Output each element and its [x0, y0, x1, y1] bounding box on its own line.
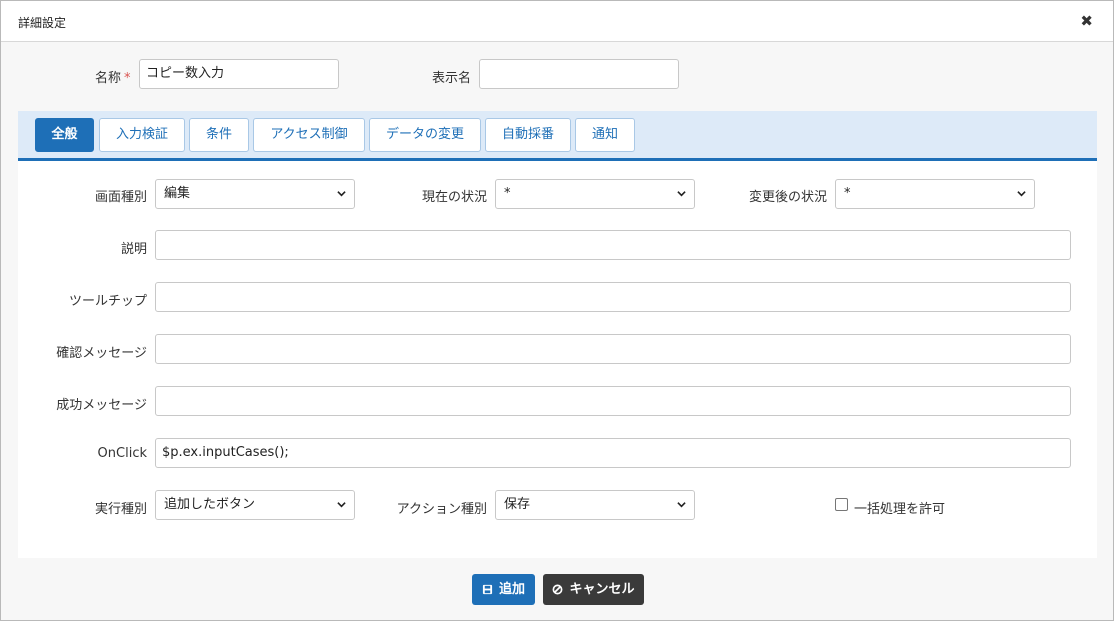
add-button[interactable]: 追加: [472, 574, 535, 605]
tooltip-input[interactable]: [155, 282, 1071, 312]
cancel-button-label: キャンセル: [569, 582, 635, 597]
name-input[interactable]: コピー数入力: [139, 59, 339, 89]
bulk-process-label: 一括処理を許可: [854, 502, 946, 517]
tab-data-change[interactable]: データの変更: [369, 118, 481, 152]
confirm-message-input[interactable]: [155, 334, 1071, 364]
exec-type-select[interactable]: 追加したボタン: [155, 490, 355, 520]
exec-type-value: 追加したボタン: [164, 497, 256, 512]
chevron-down-icon: [677, 191, 686, 197]
dialog-title: 詳細設定: [18, 16, 67, 30]
tab-general[interactable]: 全般: [35, 118, 94, 152]
chevron-down-icon: [337, 502, 346, 508]
confirm-message-label: 確認メッセージ: [56, 346, 147, 361]
display-name-input[interactable]: [479, 59, 679, 89]
tab-notification[interactable]: 通知: [575, 118, 635, 152]
changed-status-select[interactable]: *: [835, 179, 1035, 209]
screen-type-value: 編集: [164, 186, 191, 201]
add-button-label: 追加: [498, 582, 525, 597]
success-message-label: 成功メッセージ: [56, 398, 147, 413]
tab-auto-numbering[interactable]: 自動採番: [485, 118, 571, 152]
bulk-process-checkbox[interactable]: [835, 498, 848, 511]
name-label: 名称 *: [95, 71, 131, 86]
dialog-titlebar: 詳細設定 ✖: [1, 1, 1113, 42]
tooltip-label: ツールチップ: [68, 294, 147, 309]
tab-input-validation[interactable]: 入力検証: [99, 118, 185, 152]
save-icon: [482, 584, 493, 595]
display-name-label: 表示名: [432, 71, 472, 86]
action-type-label: アクション種別: [396, 502, 487, 517]
success-message-input[interactable]: [155, 386, 1071, 416]
screen-type-label: 画面種別: [94, 190, 147, 205]
screen-type-select[interactable]: 編集: [155, 179, 355, 209]
exec-type-label: 実行種別: [94, 502, 147, 517]
detail-settings-dialog: 詳細設定 ✖ 名称 * コピー数入力 表示名 全般 入力検証 条件 アクセス制御 …: [0, 0, 1114, 621]
tab-bar: 全般 入力検証 条件 アクセス制御 データの変更 自動採番 通知: [18, 111, 1097, 161]
description-label: 説明: [120, 242, 147, 257]
tab-conditions[interactable]: 条件: [189, 118, 249, 152]
tab-access-control[interactable]: アクセス制御: [253, 118, 365, 152]
action-type-select[interactable]: 保存: [495, 490, 695, 520]
current-status-select[interactable]: *: [495, 179, 695, 209]
chevron-down-icon: [1017, 191, 1026, 197]
current-status-value: *: [504, 186, 511, 201]
cancel-icon: [553, 584, 563, 595]
required-mark: *: [124, 71, 131, 86]
action-type-value: 保存: [504, 497, 531, 512]
close-icon[interactable]: ✖: [1080, 12, 1093, 30]
changed-status-label: 変更後の状況: [748, 190, 827, 205]
chevron-down-icon: [337, 191, 346, 197]
onclick-label: OnClick: [97, 446, 147, 461]
current-status-label: 現在の状況: [421, 190, 487, 205]
chevron-down-icon: [677, 502, 686, 508]
description-input[interactable]: [155, 230, 1071, 260]
onclick-input[interactable]: $p.ex.inputCases();: [155, 438, 1071, 468]
cancel-button[interactable]: キャンセル: [543, 574, 644, 605]
changed-status-value: *: [844, 186, 851, 201]
